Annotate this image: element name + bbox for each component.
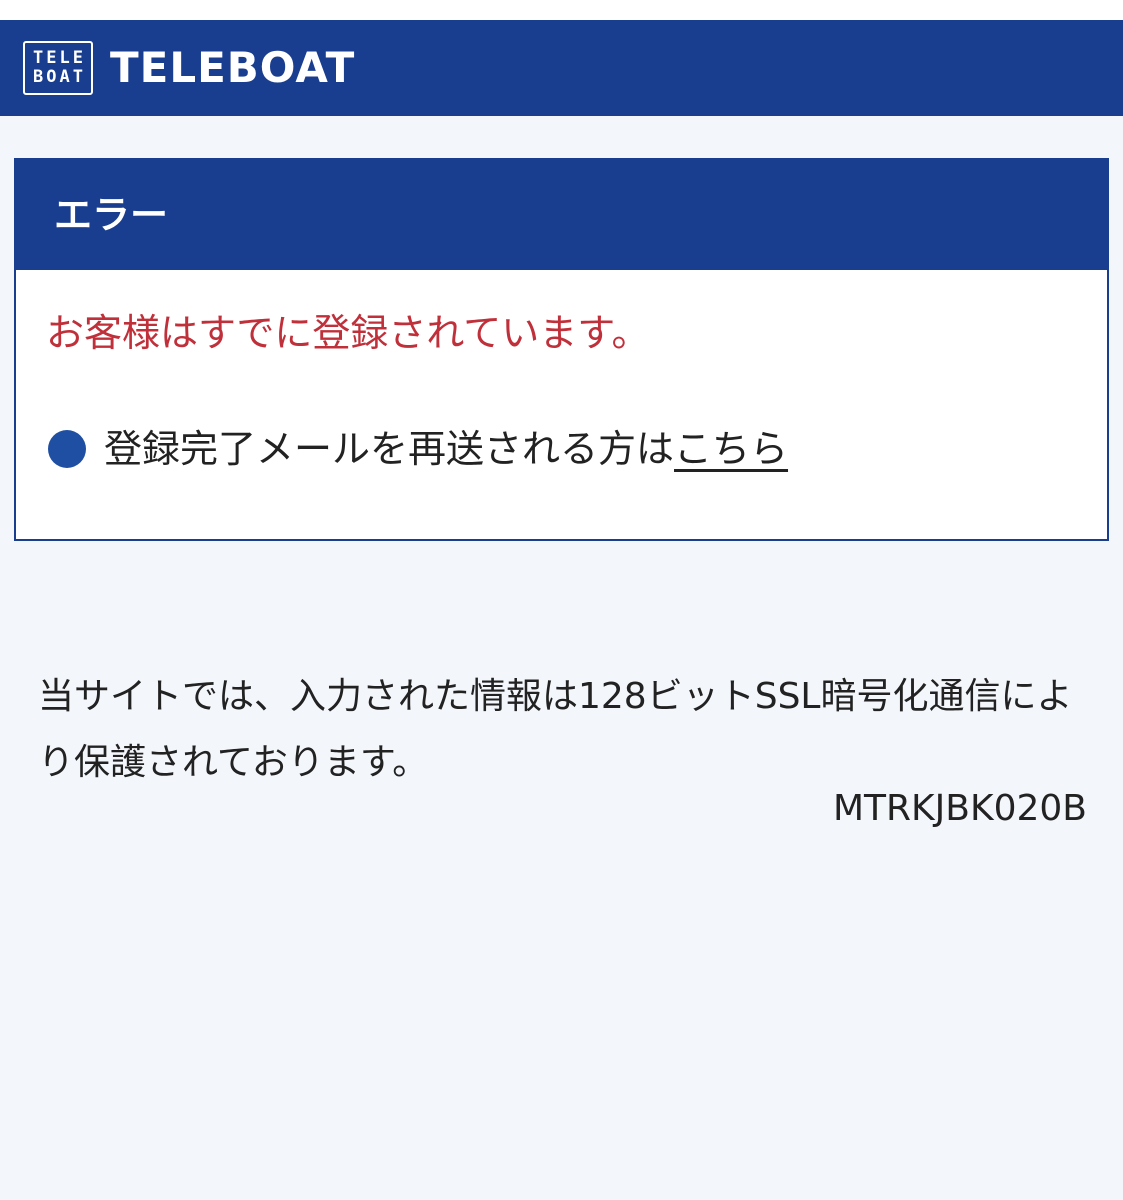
brand-name[interactable]: TELEBOAT <box>110 42 355 94</box>
page-code: MTRKJBK020B <box>832 788 1087 829</box>
logo-mark-line1: TELE <box>33 48 86 68</box>
error-title: エラー <box>54 193 169 237</box>
top-strip <box>0 0 1123 20</box>
teleboat-logo-icon[interactable]: TELE BOAT <box>23 41 93 95</box>
ssl-notice: 当サイトでは、入力された情報は128ビットSSL暗号化通信により保護されておりま… <box>38 676 1073 783</box>
logo-mark-line2: BOAT <box>33 67 86 87</box>
resend-email-link[interactable]: こちら <box>674 426 788 472</box>
error-message: お客様はすでに登録されています。 <box>46 311 650 355</box>
resend-text: 登録完了メールを再送される方は <box>104 427 675 471</box>
resend-row: 登録完了メールを再送される方は こちら <box>48 426 788 472</box>
error-panel: エラー お客様はすでに登録されています。 登録完了メールを再送される方は こちら <box>14 158 1109 541</box>
bullet-circle-icon <box>48 430 86 468</box>
error-title-bar: エラー <box>16 160 1107 270</box>
site-header: TELE BOAT TELEBOAT <box>0 20 1123 116</box>
